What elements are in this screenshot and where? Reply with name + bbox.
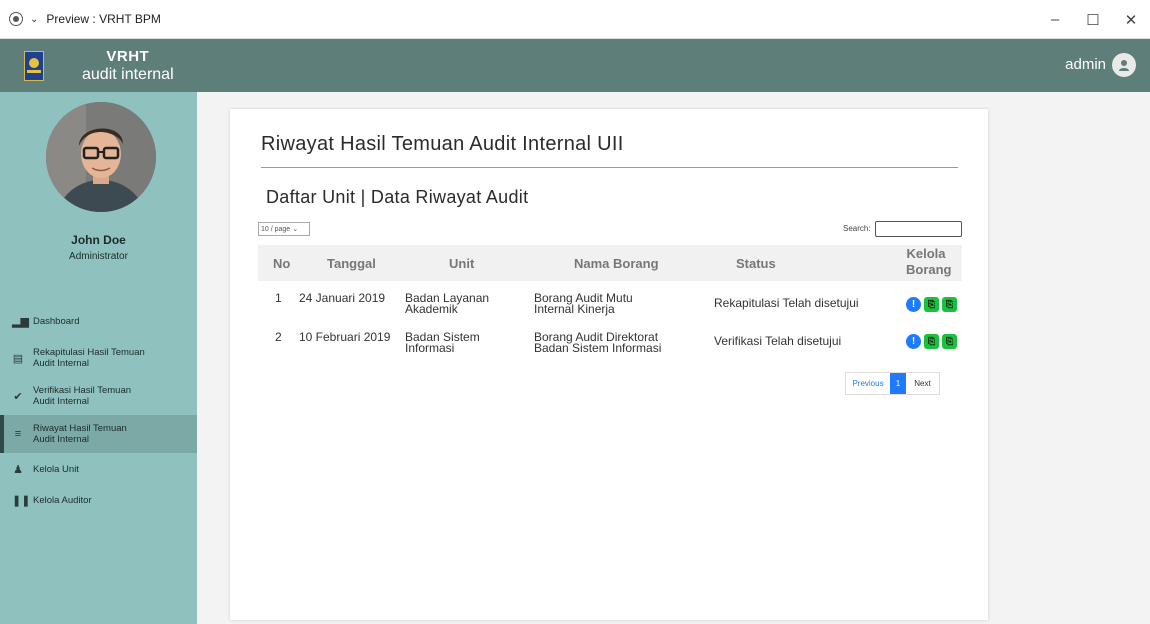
sidebar-item-dashboard[interactable]: ▂▆ Dashboard [0,303,197,339]
sidebar-item-riwayat[interactable]: ≡ Riwayat Hasil Temuan Audit Internal [0,415,197,453]
content-card: Riwayat Hasil Temuan Audit Internal UII … [230,109,988,620]
cell-no: 1 [275,291,282,305]
sidebar-nav: ▂▆ Dashboard ▤ Rekapitulasi Hasil Temuan… [0,303,197,515]
user-role: Administrator [69,251,128,262]
top-navbar: admin [197,39,1150,92]
next-button[interactable]: Next [906,373,939,394]
chevron-down-icon[interactable]: ⌄ [30,14,38,25]
brand-title: VRHT [106,47,150,65]
avatar [46,102,156,212]
info-icon[interactable]: ! [906,297,921,312]
sidebar-item-verifikasi[interactable]: ✔ Verifikasi Hasil Temuan Audit Internal [0,377,197,415]
page-1-button[interactable]: 1 [890,373,906,394]
barcode-icon: ❚❚ [12,494,31,507]
cell-tanggal: 10 Februari 2019 [299,330,391,344]
check-circle-icon: ✔ [13,390,23,403]
cell-nama-borang: Borang Audit Direktorat Badan Sistem Inf… [534,330,662,355]
pdf-icon[interactable]: ⎘ [924,297,939,312]
minimize-button[interactable]: – [1036,0,1074,39]
brand[interactable]: VRHT audit internal [0,39,197,92]
record-icon[interactable] [9,12,23,26]
cell-unit: Badan Sistem Informasi [405,330,480,355]
menu-icon: ≡ [14,428,22,440]
info-icon[interactable]: ! [906,334,921,349]
search-label: Search: [843,224,871,233]
pdf-icon[interactable]: ⎘ [924,334,939,349]
bar-chart-icon: ▂▆ [12,315,29,328]
pdf-icon[interactable]: ⎘ [942,297,957,312]
col-status[interactable]: Status [736,256,776,271]
list-icon: ▤ [12,352,24,365]
sidebar-item-kelola-unit[interactable]: ♟ Kelola Unit [0,453,197,485]
user-name: John Doe [71,233,126,247]
sidebar: VRHT audit internal John Doe Administrat… [0,39,197,624]
previous-button[interactable]: Previous [846,373,890,394]
logo-icon [24,50,44,81]
cell-unit: Badan Layanan Akademik [405,291,490,316]
section-title: Daftar Unit | Data Riwayat Audit [266,187,529,207]
window-titlebar: ⌄ Preview : VRHT BPM – ☐ ✕ [0,0,1150,39]
page-size-select[interactable]: 10 / page ⌄ [258,222,310,236]
account-icon[interactable] [1112,53,1136,77]
search-input[interactable] [875,221,962,237]
col-kelola-borang[interactable]: Kelola Borang [906,246,952,278]
user-icon: ♟ [13,463,23,476]
sidebar-item-kelola-auditor[interactable]: ❚❚ Kelola Auditor [0,485,197,515]
col-unit[interactable]: Unit [449,256,474,271]
col-tanggal[interactable]: Tanggal [327,256,376,271]
maximize-button[interactable]: ☐ [1074,0,1112,39]
divider [261,167,958,168]
account-name[interactable]: admin [1065,56,1106,73]
cell-status: Rekapitulasi Telah disetujui [714,296,859,310]
col-no[interactable]: No [273,256,290,271]
cell-no: 2 [275,330,282,344]
cell-status: Verifikasi Telah disetujui [714,334,842,348]
pdf-icon[interactable]: ⎘ [942,334,957,349]
window-title: Preview : VRHT BPM [46,12,161,26]
table-header: No Tanggal Unit Nama Borang Status Kelol… [258,245,962,281]
pagination: Previous 1 Next [845,372,940,395]
page-title: Riwayat Hasil Temuan Audit Internal UII [261,133,624,155]
col-nama-borang[interactable]: Nama Borang [574,256,659,271]
sidebar-item-rekapitulasi[interactable]: ▤ Rekapitulasi Hasil Temuan Audit Intern… [0,339,197,377]
cell-nama-borang: Borang Audit Mutu Internal Kinerja [534,291,633,316]
chevron-down-icon: ⌄ [292,226,299,233]
close-button[interactable]: ✕ [1112,0,1150,39]
brand-subtitle: audit internal [82,65,174,83]
cell-tanggal: 24 Januari 2019 [299,291,386,305]
